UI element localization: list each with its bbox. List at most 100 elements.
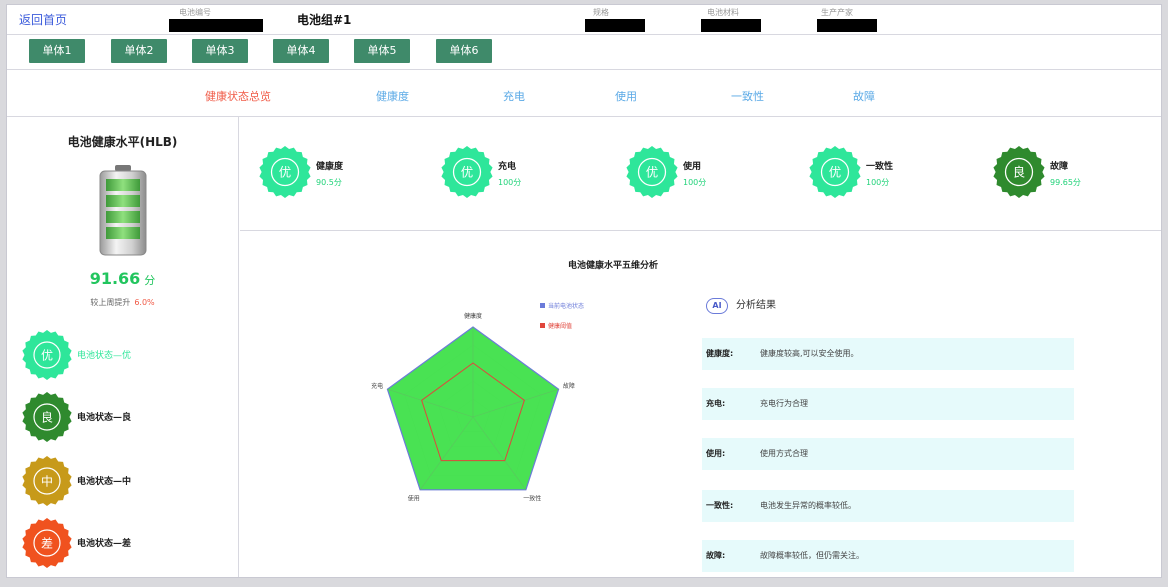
hlb-compare: 较上周提升 6.0% [7, 297, 238, 308]
analysis-row-key: 使用: [706, 449, 726, 458]
analysis-row-key: 一致性: [706, 501, 734, 510]
radar-legend-label: 当前电池状态 [548, 302, 584, 310]
radar-axis-label: 一致性 [523, 495, 541, 503]
tab-health-overview[interactable]: 健康状态总览 [205, 88, 271, 104]
manufacturer-label: 生产产家 [821, 8, 853, 17]
unit-tab-bar: 单体1 单体2 单体3 单体4 单体5 单体6 [7, 36, 1161, 70]
battery-id-label: 电池编号 [179, 8, 211, 17]
legend-1-badge-grade: 良 [41, 410, 53, 425]
battery-id-redacted [169, 19, 263, 32]
score-card-label: 使用 [683, 162, 702, 172]
card-3-badge-icon: 优 [809, 146, 861, 198]
manufacturer-redacted [817, 19, 877, 32]
radar-legend-label: 健康阈值 [548, 322, 572, 330]
card-1-badge-grade: 优 [461, 165, 473, 180]
unit-button-6[interactable]: 单体6 [436, 39, 492, 63]
legend-3-badge-icon: 差 [22, 518, 72, 568]
tab-fault[interactable]: 故障 [853, 88, 875, 104]
radar-legend-swatch [540, 303, 545, 308]
unit-button-5[interactable]: 单体5 [354, 39, 410, 63]
spec-redacted [585, 19, 645, 32]
top-bar: 返回首页 电池编号 电池组#1 规格 电池材料 生产产家 [7, 5, 1161, 35]
score-card[interactable]: 优 充电 100分 [440, 145, 610, 205]
ai-icon: AI [706, 298, 728, 314]
legend-2-badge-grade: 中 [41, 474, 53, 489]
score-card[interactable]: 优 一致性 100分 [808, 145, 978, 205]
unit-button-2[interactable]: 单体2 [111, 39, 167, 63]
back-home-link[interactable]: 返回首页 [19, 11, 67, 28]
analysis-row-value: 故障概率较低，但仍需关注。 [760, 551, 864, 560]
radar-axis-label: 故障 [563, 382, 575, 390]
analysis-heading-text: 分析结果 [736, 300, 776, 311]
compare-label: 较上周提升 [90, 298, 131, 307]
analysis-row: 故障: 故障概率较低，但仍需关注。 [702, 540, 1074, 572]
legend-2-badge-icon: 中 [22, 456, 72, 506]
status-legend-item: 中 电池状态—中 [21, 455, 231, 507]
status-legend-label: 电池状态—中 [77, 477, 132, 487]
analysis-row: 充电: 充电行为合理 [702, 388, 1074, 420]
card-4-badge-grade: 良 [1013, 165, 1025, 180]
card-4-badge-icon: 良 [993, 146, 1045, 198]
analysis-row: 健康度: 健康度较高,可以安全使用。 [702, 338, 1074, 370]
compare-value: 6.0% [134, 298, 155, 307]
analysis-row-value: 电池发生异常的概率较低。 [760, 501, 856, 510]
tab-usage[interactable]: 使用 [615, 88, 637, 104]
score-card-value: 100分 [498, 178, 522, 187]
analysis-section: 电池健康水平五维分析 健康度故障一致性 使用 充电 当前电池状态 健康阈值 AI 分析结果… [240, 232, 1161, 577]
legend-3-badge-grade: 差 [41, 537, 53, 551]
score-card-value: 99.65分 [1050, 178, 1081, 187]
unit-button-4[interactable]: 单体4 [273, 39, 329, 63]
radar-axis-label: 使用 [408, 495, 420, 503]
card-0-badge-icon: 优 [259, 146, 311, 198]
hlb-score: 91.66 分 [7, 269, 238, 288]
tab-consistency[interactable]: 一致性 [731, 88, 764, 104]
tab-charging[interactable]: 充电 [503, 88, 525, 104]
score-card-value: 100分 [866, 178, 890, 187]
card-3-badge-grade: 优 [829, 165, 841, 180]
analysis-row-value: 使用方式合理 [760, 449, 808, 458]
score-cards-row: 优 健康度 90.5分 优 充电 100分 优 使用 100分 优 一致性 100分 良 故障 99.65分 [240, 117, 1161, 231]
score-card-label: 充电 [498, 162, 517, 172]
analysis-row-value: 充电行为合理 [760, 399, 808, 408]
hlb-score-unit: 分 [144, 274, 156, 287]
material-label: 电池材料 [707, 8, 739, 17]
spec-label: 规格 [593, 8, 609, 17]
card-2-badge-icon: 优 [626, 146, 678, 198]
analysis-heading: AI 分析结果 [706, 296, 776, 314]
chart-title: 电池健康水平五维分析 [568, 261, 659, 271]
unit-button-3[interactable]: 单体3 [192, 39, 248, 63]
score-card[interactable]: 优 健康度 90.5分 [258, 145, 428, 205]
score-card[interactable]: 良 故障 99.65分 [992, 145, 1161, 205]
status-legend-label: 电池状态—良 [77, 413, 132, 423]
analysis-row: 使用: 使用方式合理 [702, 438, 1074, 470]
card-1-badge-icon: 优 [441, 146, 493, 198]
card-0-badge-grade: 优 [279, 165, 291, 180]
score-card-value: 100分 [683, 178, 707, 187]
radar-axis-label: 充电 [371, 382, 383, 390]
radar-legend-swatch [540, 323, 545, 328]
analysis-row-key: 故障: [706, 551, 726, 560]
hlb-panel: 电池健康水平(HLB) 91.66 分 较上周提升 6.0% 优 电池状态—优 … [7, 117, 239, 577]
legend-0-badge-grade: 优 [41, 349, 53, 363]
app-frame: 返回首页 电池编号 电池组#1 规格 电池材料 生产产家 单体1 单体2 单体3… [6, 4, 1162, 578]
status-legend-item: 优 电池状态—优 [21, 329, 231, 381]
analysis-row-key: 健康度: [706, 349, 734, 358]
status-legend-item: 差 电池状态—差 [21, 517, 231, 569]
analysis-row-key: 充电: [706, 399, 726, 408]
status-legend-label: 电池状态—优 [77, 351, 132, 361]
hlb-title: 电池健康水平(HLB) [67, 135, 178, 149]
material-redacted [701, 19, 761, 32]
radar-axis-label: 健康度 [464, 312, 482, 320]
status-legend-item: 良 电池状态—良 [21, 391, 231, 443]
hlb-score-value: 91.66 [89, 269, 141, 288]
unit-button-1[interactable]: 单体1 [29, 39, 85, 63]
score-card-label: 健康度 [316, 162, 344, 172]
card-2-badge-grade: 优 [646, 165, 658, 180]
analysis-row-value: 健康度较高,可以安全使用。 [760, 349, 859, 358]
score-card-value: 90.5分 [316, 178, 342, 187]
score-card[interactable]: 优 使用 100分 [625, 145, 795, 205]
status-legend-label: 电池状态—差 [77, 539, 132, 549]
analysis-row: 一致性: 电池发生异常的概率较低。 [702, 490, 1074, 522]
legend-0-badge-icon: 优 [22, 330, 72, 380]
tab-health[interactable]: 健康度 [376, 88, 409, 104]
